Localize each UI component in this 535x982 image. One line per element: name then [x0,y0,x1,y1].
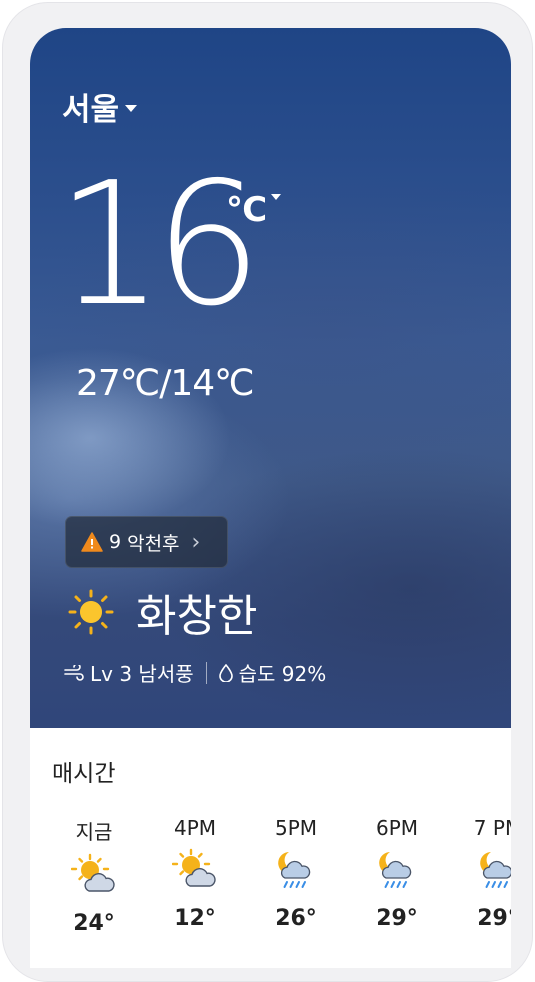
unit-label: ℃ [226,190,268,230]
alert-label: 악천후 [127,532,180,555]
moon-cloud-rain-icon [278,852,311,888]
caret-down-icon [125,105,138,112]
caret-down-icon [271,194,282,200]
hour-temperature: 29° [477,906,511,931]
weather-hero: 서울 16 ℃ 27℃/14℃ 9 악천후 › 화창한 Lv 3 남서풍 습도 … [30,28,511,728]
warning-icon [81,532,103,552]
sun-icon [68,589,114,635]
hour-temperature: 29° [376,906,418,931]
hourly-item: 6PM 29° [347,816,447,931]
hourly-item: 지금 24° [44,816,144,936]
high-low-temperature: 27℃/14℃ [76,363,255,404]
moon-cloud-rain-icon [379,852,412,888]
humidity-drop-icon [218,663,233,682]
weather-details: Lv 3 남서풍 습도 92% [64,658,326,687]
hourly-forecast-list[interactable]: 지금 24° 4PM 12° 5PM 26° 6PM 29° 7 P 29 [30,816,511,936]
condition-row: 화창한 [68,580,257,644]
unit-selector[interactable]: ℃ [226,190,282,230]
hour-temperature: 26° [275,906,317,931]
current-temperature: 16 [56,146,262,344]
weather-alert-button[interactable]: 9 악천후 › [65,516,228,568]
wind-icon [64,664,84,681]
hour-label: 6PM [375,816,419,840]
hour-label: 7 PM [473,816,511,840]
alert-count: 9 [109,531,122,553]
hourly-item: 5PM 26° [246,816,346,931]
hour-label: 4PM [173,816,217,840]
wind-text: Lv 3 남서풍 [90,662,194,686]
city-selector[interactable]: 서울 [62,84,138,129]
phone-frame: 서울 16 ℃ 27℃/14℃ 9 악천후 › 화창한 Lv 3 남서풍 습도 … [2,2,533,982]
hourly-item: 4PM 12° [145,816,245,931]
sun-cloud-icon [172,848,216,887]
humidity-text: 습도 92% [238,662,327,686]
app-screen: 서울 16 ℃ 27℃/14℃ 9 악천후 › 화창한 Lv 3 남서풍 습도 … [30,28,511,968]
hour-temperature: 24° [73,911,115,936]
hourly-forecast-title: 매시간 [52,761,116,787]
sun-cloud-icon [71,853,115,892]
hour-temperature: 12° [174,906,216,931]
moon-cloud-rain-icon [480,852,511,888]
hour-label: 5PM [274,816,318,840]
hour-label: 지금 [75,820,113,844]
hourly-item: 7 PM 29° [448,816,511,931]
condition-text: 화창한 [136,591,258,642]
divider [205,661,207,684]
city-name: 서울 [62,92,120,128]
chevron-right-icon: › [191,529,201,555]
